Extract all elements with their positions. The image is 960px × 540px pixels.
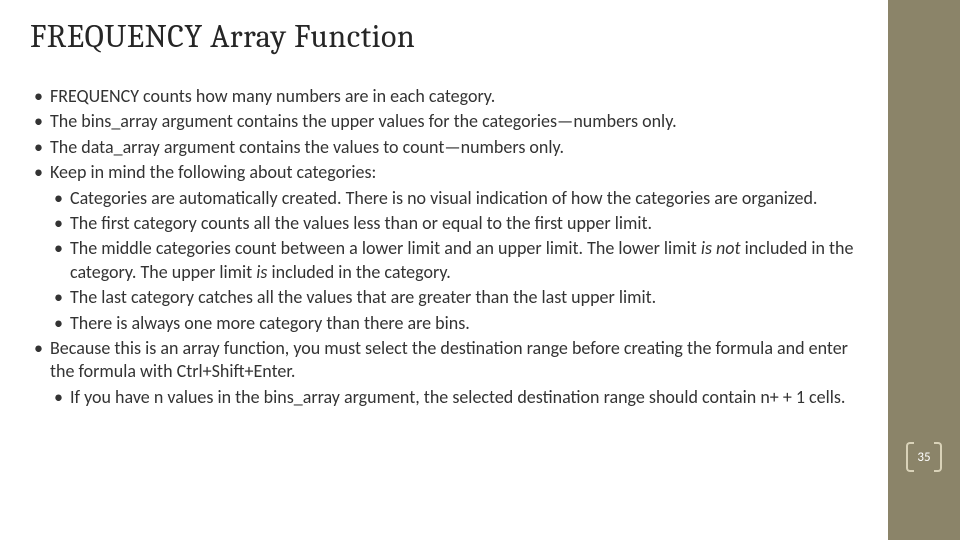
bullet-text: FREQUENCY counts how many numbers are in… <box>50 85 495 107</box>
bullet-text: Keep in mind the following about categor… <box>50 161 376 183</box>
bullet-text: If you have n values in the bins_array a… <box>70 386 845 408</box>
bullet-text: The last category catches all the values… <box>70 286 656 308</box>
bullet-text: Because this is an array function, you m… <box>50 337 848 382</box>
list-item: The bins_array argument contains the upp… <box>30 110 870 133</box>
bullet-list: FREQUENCY counts how many numbers are in… <box>30 85 870 409</box>
bullet-text: There is always one more category than t… <box>70 312 470 334</box>
bullet-text: Categories are automatically created. Th… <box>70 187 817 209</box>
page-number: 35 <box>917 450 930 465</box>
list-item: The first category counts all the values… <box>50 212 870 235</box>
page-number-badge: 35 <box>906 442 942 472</box>
bracket-right-icon <box>934 442 942 472</box>
list-item: FREQUENCY counts how many numbers are in… <box>30 85 870 108</box>
sub-list: If you have n values in the bins_array a… <box>50 386 870 409</box>
list-item: Keep in mind the following about categor… <box>30 161 870 335</box>
bracket-left-icon <box>906 442 914 472</box>
list-item: If you have n values in the bins_array a… <box>50 386 870 409</box>
italic-text: is not <box>701 237 741 259</box>
list-item: There is always one more category than t… <box>50 312 870 335</box>
slide: FREQUENCY Array Function FREQUENCY count… <box>0 0 960 540</box>
bullet-text: The data_array argument contains the val… <box>50 136 564 158</box>
bullet-text: The first category counts all the values… <box>70 212 652 234</box>
list-item: Because this is an array function, you m… <box>30 337 870 409</box>
bullet-text: The bins_array argument contains the upp… <box>50 110 677 132</box>
list-item: The data_array argument contains the val… <box>30 136 870 159</box>
bullet-text: The middle categories count between a lo… <box>70 237 701 259</box>
sub-list: Categories are automatically created. Th… <box>50 187 870 335</box>
bullet-text: included in the category. <box>267 261 450 283</box>
list-item: Categories are automatically created. Th… <box>50 187 870 210</box>
italic-text: is <box>256 261 267 283</box>
list-item: The middle categories count between a lo… <box>50 237 870 284</box>
content-area: FREQUENCY Array Function FREQUENCY count… <box>30 18 870 411</box>
list-item: The last category catches all the values… <box>50 286 870 309</box>
slide-title: FREQUENCY Array Function <box>30 18 870 55</box>
